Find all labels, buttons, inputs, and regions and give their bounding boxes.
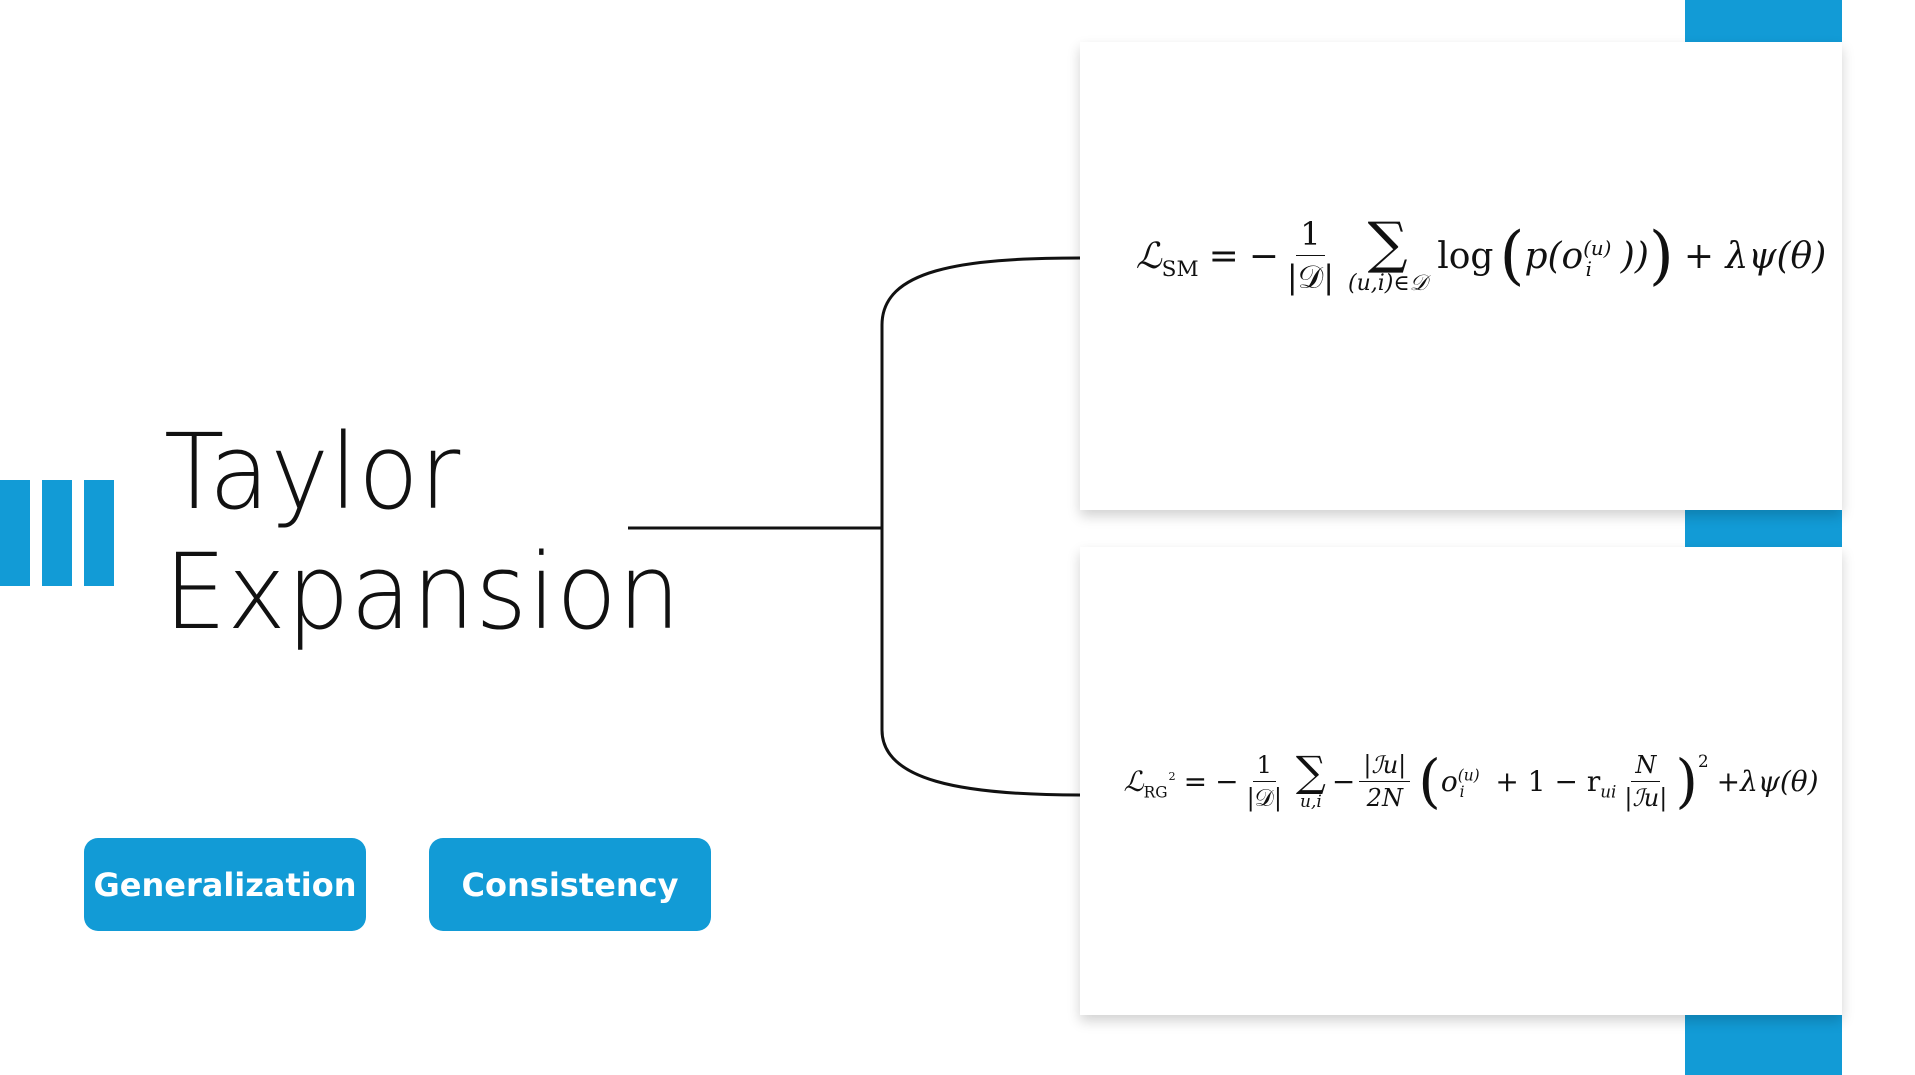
fraction-n-over-items: N |ℐu| bbox=[1624, 750, 1668, 812]
middle-term: + 1 − rui bbox=[1495, 764, 1617, 802]
loss-symbol: ℒSM bbox=[1135, 235, 1199, 282]
consistency-button[interactable]: Consistency bbox=[429, 838, 711, 931]
formula-card-sm: ℒSM = − 1 |𝒟| ∑ (u,i)∈𝒟 log ( p(o(u)i)) … bbox=[1080, 42, 1842, 510]
minus-sign: − bbox=[1215, 764, 1239, 798]
summation: ∑ (u,i)∈𝒟 bbox=[1348, 210, 1428, 296]
formula-card-rg: ℒRG2 = − 1 |𝒟| ∑ u,i − |ℐu| 2N ( o(u)i +… bbox=[1080, 547, 1842, 1015]
equals-sign: = bbox=[1208, 235, 1239, 277]
bracket-bottom-arm bbox=[880, 528, 1081, 797]
title-line-2: Expansion bbox=[164, 531, 682, 653]
regularizer-term: +λψ(θ) bbox=[1716, 764, 1819, 798]
prob-term: p(o(u)i)) bbox=[1524, 235, 1649, 281]
accent-bar-2 bbox=[42, 480, 72, 586]
bracket-top-arm bbox=[880, 256, 1081, 528]
paren-open: ( bbox=[1418, 747, 1441, 815]
paren-close: ) bbox=[1675, 747, 1698, 815]
equals-sign: = bbox=[1183, 764, 1208, 798]
minus-sign-2: − bbox=[1331, 764, 1356, 798]
formula-rg: ℒRG2 = − 1 |𝒟| ∑ u,i − |ℐu| 2N ( o(u)i +… bbox=[1123, 746, 1819, 815]
title-line-1: Taylor bbox=[164, 411, 462, 533]
o-term: o(u)i bbox=[1440, 764, 1480, 802]
regularizer-term: + λψ(θ) bbox=[1683, 235, 1827, 277]
generalization-button[interactable]: Generalization bbox=[84, 838, 366, 931]
minus-sign: − bbox=[1248, 235, 1279, 277]
fraction-one-over-d: 1 |𝒟| bbox=[1246, 750, 1282, 812]
formula-sm: ℒSM = − 1 |𝒟| ∑ (u,i)∈𝒟 log ( p(o(u)i)) … bbox=[1136, 215, 1827, 297]
loss-symbol: ℒRG2 bbox=[1123, 764, 1176, 802]
fraction-one-over-d: 1 |𝒟| bbox=[1286, 215, 1335, 296]
summation: ∑ u,i bbox=[1295, 746, 1326, 812]
accent-bar-1 bbox=[0, 480, 30, 586]
paren-open: ( bbox=[1499, 219, 1525, 293]
fraction-items-over-2n: |ℐu| 2N bbox=[1359, 751, 1411, 812]
paren-close: ) bbox=[1648, 219, 1674, 293]
log-function: log bbox=[1437, 235, 1494, 277]
accent-bar-3 bbox=[84, 480, 114, 586]
